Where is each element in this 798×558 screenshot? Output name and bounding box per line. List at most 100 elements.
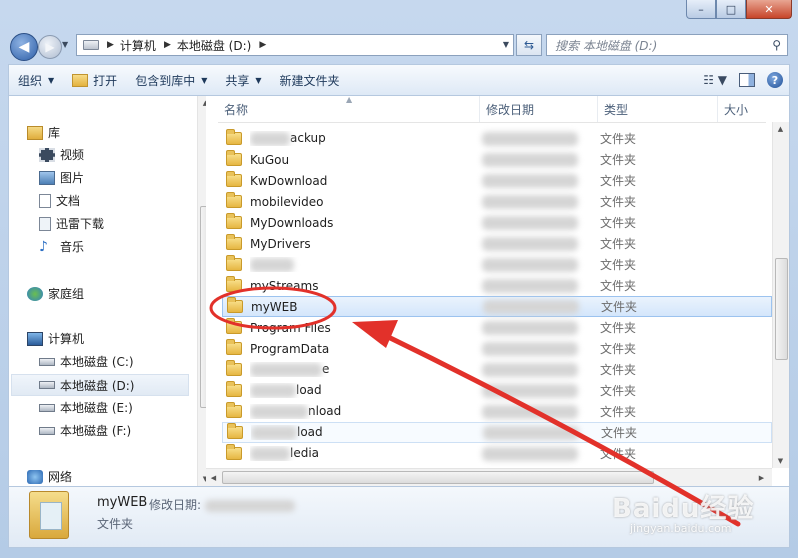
file-type: 文件夹 [600,342,637,356]
list-item[interactable]: Program Files 文件夹 [222,317,772,338]
list-item[interactable]: nload 文件夹 [222,401,772,422]
nav-item-homegroup[interactable]: 家庭组 [27,285,84,302]
nav-item-computer[interactable]: 计算机 [27,330,84,347]
scroll-up-icon[interactable]: ▲ [773,122,788,136]
share-button[interactable]: 共享 ▼ [216,65,270,95]
nav-item-drive-f[interactable]: 本地磁盘 (F:) [39,422,131,439]
nav-item-drive-c[interactable]: 本地磁盘 (C:) [39,353,134,370]
file-name: e [322,362,330,377]
file-type: 文件夹 [600,132,637,146]
nav-item-thunder[interactable]: 迅雷下载 [39,215,104,232]
close-button[interactable]: ✕ [746,0,792,19]
help-icon[interactable]: ? [767,72,783,88]
organize-label: 组织 [18,73,43,88]
column-header-size[interactable]: 大小 [718,96,766,122]
nav-item-library[interactable]: 库 [27,124,60,141]
scroll-left-icon[interactable]: ◀ [206,471,221,485]
watermark-subtext: jingyan.baidu.com [630,522,732,535]
search-input[interactable]: 搜索 本地磁盘 (D:) [555,37,772,54]
column-header-type[interactable]: 类型 [598,96,718,122]
list-item[interactable]: ledia 文件夹 [222,443,772,464]
nav-item-drive-d[interactable]: 本地磁盘 (D:) [11,374,189,396]
nav-item-label: 本地磁盘 (F:) [60,424,132,438]
nav-item-label: 本地磁盘 (C:) [60,355,134,369]
nav-item-pictures[interactable]: 图片 [39,169,84,186]
open-button[interactable]: 打开 [63,65,126,95]
file-type: 文件夹 [600,405,637,419]
new-folder-button[interactable]: 新建文件夹 [271,65,349,95]
organize-button[interactable]: 组织 ▼ [9,65,63,95]
scroll-down-icon[interactable]: ▼ [773,454,788,468]
modified-label: 修改日期: [149,498,202,512]
drive-icon [39,403,55,412]
nav-item-label: 图片 [60,171,85,185]
refresh-icon: ⇆ [523,38,535,52]
list-item[interactable]: MyDrivers 文件夹 [222,233,772,254]
file-type: 文件夹 [600,174,637,188]
back-button[interactable]: ◀ [10,33,38,61]
list-item[interactable]: 文件夹 [222,254,772,275]
file-name: MyDownloads [250,215,334,230]
search-icon[interactable]: ⚲ [772,38,781,52]
music-note-icon: ♪ [39,238,48,255]
folder-icon [226,213,242,229]
forward-button[interactable]: ▶ [38,35,62,59]
address-dropdown-icon[interactable]: ▼ [503,40,509,49]
column-header-modified[interactable]: 修改日期 [480,96,598,122]
file-type: 文件夹 [600,363,637,377]
breadcrumb-chevron-icon[interactable]: ▶ [107,40,114,50]
list-item[interactable]: ProgramData 文件夹 [222,338,772,359]
breadcrumb-drive-d[interactable]: 本地磁盘 (D:) [177,37,251,54]
address-bar[interactable]: ▶ 计算机 ▶ 本地磁盘 (D:) ▶ ▼ [76,34,514,56]
nav-item-videos[interactable]: 视频 [39,146,84,163]
library-icon [27,125,43,140]
file-list-hscrollbar[interactable]: ◀ ▶ [206,468,772,486]
scroll-thumb[interactable] [222,471,654,484]
nav-item-drive-e[interactable]: 本地磁盘 (E:) [39,399,133,416]
file-type: 文件夹 [600,321,637,335]
list-item[interactable]: mobilevideo 文件夹 [222,191,772,212]
folder-icon [226,360,242,376]
maximize-button[interactable]: □ [716,0,746,19]
list-item[interactable]: load 文件夹 [222,380,772,401]
file-name: mobilevideo [250,194,324,209]
drive-icon [39,426,55,435]
drive-icon [39,381,55,389]
nav-item-music[interactable]: ♪ 音乐 [39,238,84,255]
folder-icon [29,491,69,539]
breadcrumb-chevron-icon[interactable]: ▶ [164,40,171,50]
share-label: 共享 [225,73,250,88]
file-name: nload [308,404,342,419]
list-item-selected[interactable]: myWEB 文件夹 [222,296,772,317]
scroll-right-icon[interactable]: ▶ [754,471,769,485]
scroll-thumb[interactable] [775,258,788,360]
list-item[interactable]: KuGou 文件夹 [222,149,772,170]
search-box[interactable]: 搜索 本地磁盘 (D:) ⚲ [546,34,788,56]
new-folder-label: 新建文件夹 [279,73,340,88]
view-options-icon[interactable]: ☷ ▼ [703,73,727,87]
list-item[interactable]: e 文件夹 [222,359,772,380]
file-list-vscrollbar[interactable]: ▲ ▼ [772,122,789,468]
refresh-button[interactable]: ⇆ [516,34,542,56]
list-item[interactable]: ackup 文件夹 [222,128,772,149]
nav-item-label: 网络 [48,470,73,484]
details-file-type: 文件夹 [97,517,134,531]
list-item[interactable]: KwDownload 文件夹 [222,170,772,191]
list-item[interactable]: load 文件夹 [222,422,772,443]
include-label: 包含到库中 [135,73,196,88]
minimize-button[interactable]: – [686,0,716,19]
breadcrumb-computer[interactable]: 计算机 [120,37,156,54]
recent-pages-dropdown[interactable]: ▼ [62,40,68,49]
preview-pane-icon[interactable] [739,73,755,87]
folder-icon [226,234,242,250]
nav-item-documents[interactable]: 文档 [39,192,80,209]
column-header-name[interactable]: 名称 [218,96,480,122]
list-item[interactable]: MyDownloads 文件夹 [222,212,772,233]
picture-icon [39,170,55,185]
include-in-library-button[interactable]: 包含到库中 ▼ [126,65,216,95]
file-type: 文件夹 [601,300,638,314]
nav-item-network[interactable]: 网络 [27,468,72,485]
list-item[interactable]: myStreams 文件夹 [222,275,772,296]
breadcrumb-chevron-icon[interactable]: ▶ [259,40,266,50]
file-name: myWEB [251,299,298,314]
